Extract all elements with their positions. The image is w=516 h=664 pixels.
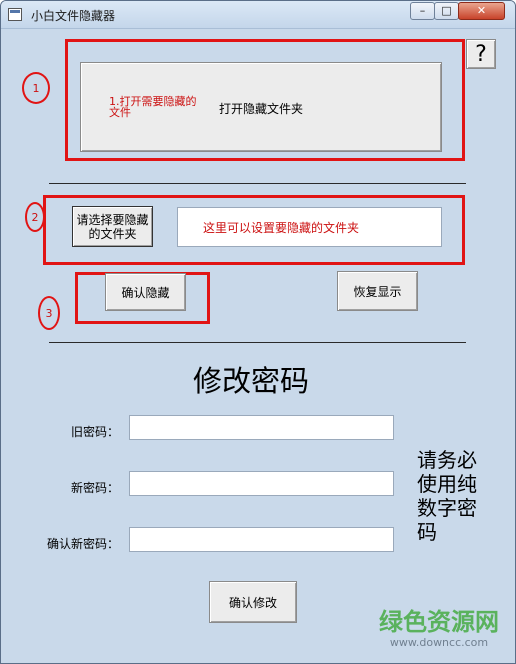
watermark-url: www.downcc.com	[389, 636, 489, 649]
step-marker-2: 2	[25, 202, 45, 232]
divider-bottom	[49, 342, 466, 343]
new-password-input[interactable]	[129, 471, 394, 496]
step1-note: 1.打开需要隐藏的文件	[109, 95, 197, 119]
choose-folder-button[interactable]: 请选择要隐藏的文件夹	[72, 206, 153, 247]
numeric-password-notice: 请务必使用纯数字密码	[417, 448, 477, 544]
step-marker-3: 3	[38, 296, 60, 330]
title-bar[interactable]: 小白文件隐藏器 – □ ✕	[1, 1, 515, 29]
confirm-change-button[interactable]: 确认修改	[209, 581, 297, 623]
folder-path-display: 这里可以设置要隐藏的文件夹	[177, 207, 442, 247]
help-button[interactable]: ?	[466, 39, 496, 69]
folder-hint-text: 这里可以设置要隐藏的文件夹	[203, 220, 360, 235]
old-password-label: 旧密码：	[71, 425, 120, 439]
client-area: ? 1 1.打开需要隐藏的文件 打开隐藏文件夹 2 请选择要隐藏的文件夹 这里可…	[9, 30, 507, 657]
watermark-brand: 绿色资源网	[379, 608, 499, 636]
restore-show-button[interactable]: 恢复显示	[337, 271, 418, 311]
open-hidden-folder-label: 打开隐藏文件夹	[219, 102, 304, 116]
maximize-icon: □	[441, 4, 452, 17]
open-hidden-folder-button[interactable]: 1.打开需要隐藏的文件 打开隐藏文件夹	[80, 62, 442, 152]
window-title: 小白文件隐藏器	[31, 9, 116, 23]
new-password-label: 新密码：	[71, 481, 120, 495]
confirm-password-label: 确认新密码：	[47, 537, 120, 551]
divider-top	[49, 183, 466, 184]
minimize-button[interactable]: –	[410, 2, 435, 20]
watermark: 绿色资源网 www.downcc.com	[379, 608, 499, 649]
app-icon	[8, 8, 22, 21]
step-marker-1: 1	[22, 72, 50, 104]
confirm-password-input[interactable]	[129, 527, 394, 552]
close-icon: ✕	[476, 4, 487, 17]
change-password-heading: 修改密码	[193, 364, 310, 398]
old-password-input[interactable]	[129, 415, 394, 440]
close-button[interactable]: ✕	[458, 2, 505, 20]
app-window: 小白文件隐藏器 – □ ✕ ? 1 1.打开需要隐藏的文件 打开隐藏文件夹 2 …	[0, 0, 516, 664]
confirm-hide-button[interactable]: 确认隐藏	[105, 273, 186, 311]
minimize-icon: –	[419, 4, 426, 17]
maximize-button[interactable]: □	[434, 2, 459, 20]
